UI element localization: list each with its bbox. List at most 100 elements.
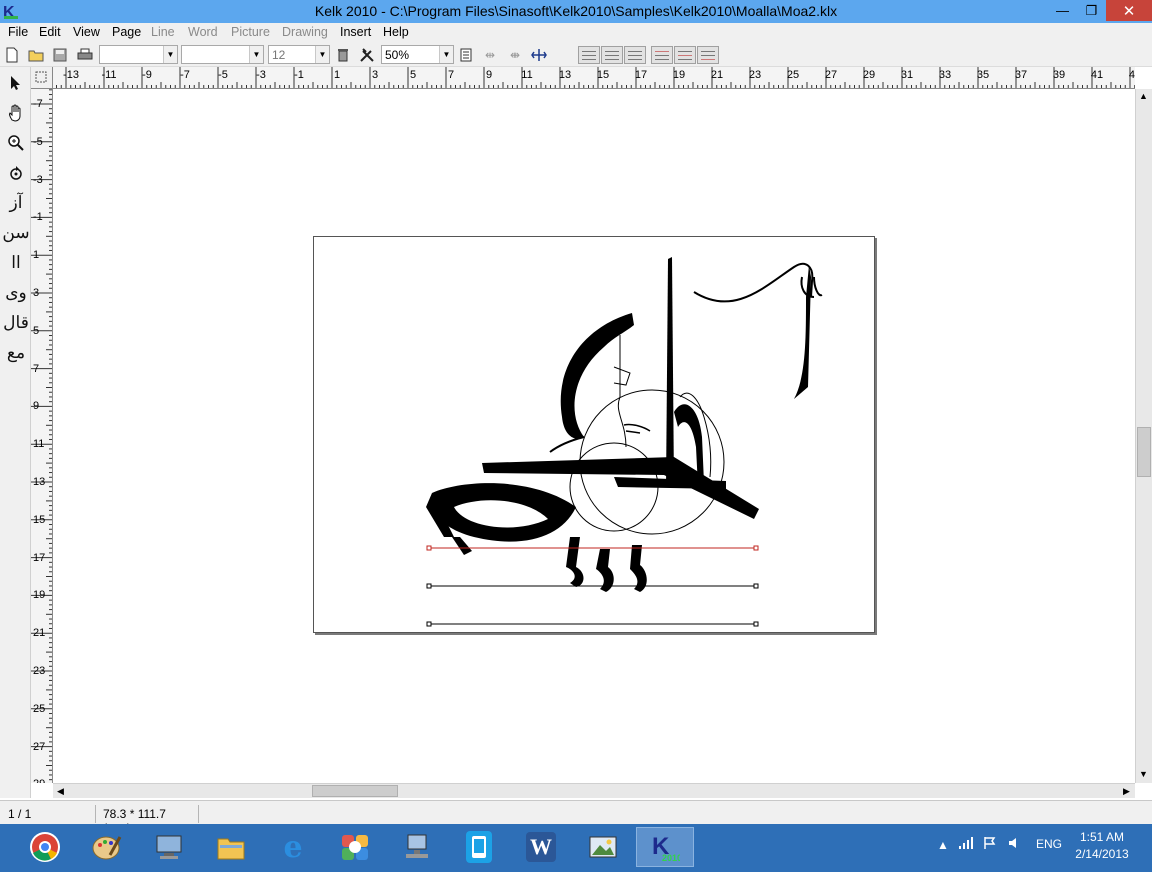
- ruler-label: 29: [33, 778, 45, 783]
- font-combo[interactable]: ▼: [99, 45, 178, 64]
- word-icon: W: [526, 832, 556, 862]
- calligraphy-3-icon[interactable]: اا: [3, 250, 29, 276]
- ruler-label: -7: [180, 69, 190, 81]
- menu-help[interactable]: Help: [383, 25, 409, 39]
- save-icon[interactable]: [51, 46, 69, 64]
- menu-insert[interactable]: Insert: [340, 25, 371, 39]
- ruler-label: -1: [33, 211, 43, 224]
- menu-word[interactable]: Word: [188, 25, 218, 39]
- page-icon[interactable]: [457, 46, 475, 64]
- menu-file[interactable]: File: [8, 25, 28, 39]
- page-indicator: 1 / 1: [4, 805, 96, 823]
- horizontal-scrollbar[interactable]: ◀ ▶: [53, 783, 1135, 798]
- taskbar-file-explorer[interactable]: [202, 827, 260, 867]
- vertical-scrollbar[interactable]: ▲ ▼: [1135, 89, 1152, 783]
- language-indicator[interactable]: ENG: [1036, 837, 1062, 851]
- menu-drawing[interactable]: Drawing: [282, 25, 328, 39]
- computer-icon: [154, 832, 184, 862]
- chevron-down-icon[interactable]: ▼: [439, 46, 453, 63]
- paint-icon: [92, 832, 122, 862]
- taskbar-computer[interactable]: [140, 827, 198, 867]
- menu-line[interactable]: Line: [151, 25, 175, 39]
- ruler-label: 17: [33, 551, 46, 564]
- calligraphy-4-icon[interactable]: وی: [3, 280, 29, 306]
- align-right-button[interactable]: [578, 46, 600, 64]
- ruler-label: 15: [33, 513, 46, 526]
- ruler-label: 13: [558, 69, 572, 81]
- ruler-label: 19: [33, 589, 46, 602]
- shrink-horizontal-icon[interactable]: ⇼: [506, 46, 524, 64]
- taskbar-chrome[interactable]: [16, 827, 74, 867]
- chevron-down-icon[interactable]: ▼: [163, 46, 177, 63]
- menu-view[interactable]: View: [73, 25, 100, 39]
- chevron-down-icon[interactable]: ▼: [315, 46, 329, 63]
- ruler-label: 13: [33, 476, 46, 488]
- show-hidden-icons-icon[interactable]: ▲: [937, 838, 949, 852]
- calligraphy-6-icon[interactable]: مع: [3, 340, 29, 366]
- ruler-label: 5: [33, 324, 40, 337]
- page-layout-1-button[interactable]: [651, 46, 673, 64]
- horizontal-scroll-thumb[interactable]: [312, 785, 398, 797]
- scroll-left-icon[interactable]: ◀: [53, 784, 68, 798]
- scroll-up-icon[interactable]: ▲: [1136, 89, 1151, 103]
- title-bar: K Kelk 2010 - C:\Program Files\Sinasoft\…: [0, 0, 1152, 23]
- menu-edit[interactable]: Edit: [39, 25, 61, 39]
- toolbar: ▼ ▼ 12 ▼ 50% ▼ ⇹ ⇼: [0, 43, 1152, 67]
- open-folder-icon[interactable]: [27, 46, 45, 64]
- trash-icon[interactable]: [334, 46, 352, 64]
- taskbar-word[interactable]: W: [512, 827, 570, 867]
- clock[interactable]: 1:51 AM 2/14/2013: [1067, 830, 1137, 861]
- ruler-label: 11: [33, 438, 45, 451]
- ruler-corner[interactable]: [31, 67, 53, 89]
- pictures-icon: [588, 832, 618, 862]
- minimize-button[interactable]: —: [1048, 0, 1077, 21]
- zoom-combo[interactable]: 50% ▼: [381, 45, 454, 64]
- calligraphy-2-icon[interactable]: سن: [2, 220, 29, 246]
- kashida-icon[interactable]: [530, 46, 548, 64]
- document-canvas[interactable]: [53, 89, 1135, 783]
- taskbar-network[interactable]: [388, 827, 446, 867]
- calligraphy-1-icon[interactable]: آز: [3, 190, 29, 216]
- ruler-label: 23: [33, 665, 46, 677]
- hand-icon[interactable]: [3, 100, 29, 126]
- page-layout-3-button[interactable]: [697, 46, 719, 64]
- signal-icon[interactable]: [958, 836, 974, 853]
- size-combo[interactable]: 12 ▼: [268, 45, 330, 64]
- ruler-label: 33: [938, 69, 952, 81]
- page-layout-2-button[interactable]: [674, 46, 696, 64]
- ruler-label: 29: [862, 69, 876, 81]
- align-center-button[interactable]: [601, 46, 623, 64]
- scroll-right-icon[interactable]: ▶: [1119, 784, 1134, 798]
- taskbar-pictures[interactable]: [574, 827, 632, 867]
- calligraphy-5-icon[interactable]: قال: [3, 310, 29, 336]
- zoom-icon[interactable]: [3, 130, 29, 156]
- menu-page[interactable]: Page: [112, 25, 141, 39]
- taskbar-paint[interactable]: [78, 827, 136, 867]
- menu-picture[interactable]: Picture: [231, 25, 270, 39]
- ruler-label: -7: [33, 98, 43, 110]
- print-icon[interactable]: [76, 46, 94, 64]
- chevron-down-icon[interactable]: ▼: [249, 46, 263, 63]
- page[interactable]: [313, 236, 875, 633]
- taskbar-phone[interactable]: [450, 827, 508, 867]
- scroll-down-icon[interactable]: ▼: [1136, 767, 1151, 781]
- stretch-horizontal-icon[interactable]: ⇹: [481, 46, 499, 64]
- rotate-icon[interactable]: [3, 160, 29, 186]
- new-file-icon[interactable]: [3, 46, 21, 64]
- style-combo[interactable]: ▼: [181, 45, 264, 64]
- tools-icon[interactable]: [358, 46, 376, 64]
- vertical-ruler: -7-5-3-11357911131517192123252729: [31, 89, 53, 783]
- volume-icon[interactable]: [1008, 836, 1022, 853]
- restore-button[interactable]: ❐: [1077, 0, 1106, 21]
- pointer-icon[interactable]: [3, 70, 29, 96]
- ruler-label: 27: [33, 740, 46, 753]
- close-button[interactable]: ✕: [1106, 0, 1152, 21]
- calligraphy-artwork[interactable]: [314, 237, 876, 634]
- align-left-button[interactable]: [624, 46, 646, 64]
- taskbar-kelk[interactable]: K 2010: [636, 827, 694, 867]
- taskbar-internet-explorer[interactable]: e: [264, 827, 322, 867]
- vertical-scroll-thumb[interactable]: [1137, 427, 1151, 477]
- flag-icon[interactable]: [983, 836, 997, 853]
- taskbar-photos[interactable]: [326, 827, 384, 867]
- clock-time: 1:51 AM: [1079, 830, 1125, 844]
